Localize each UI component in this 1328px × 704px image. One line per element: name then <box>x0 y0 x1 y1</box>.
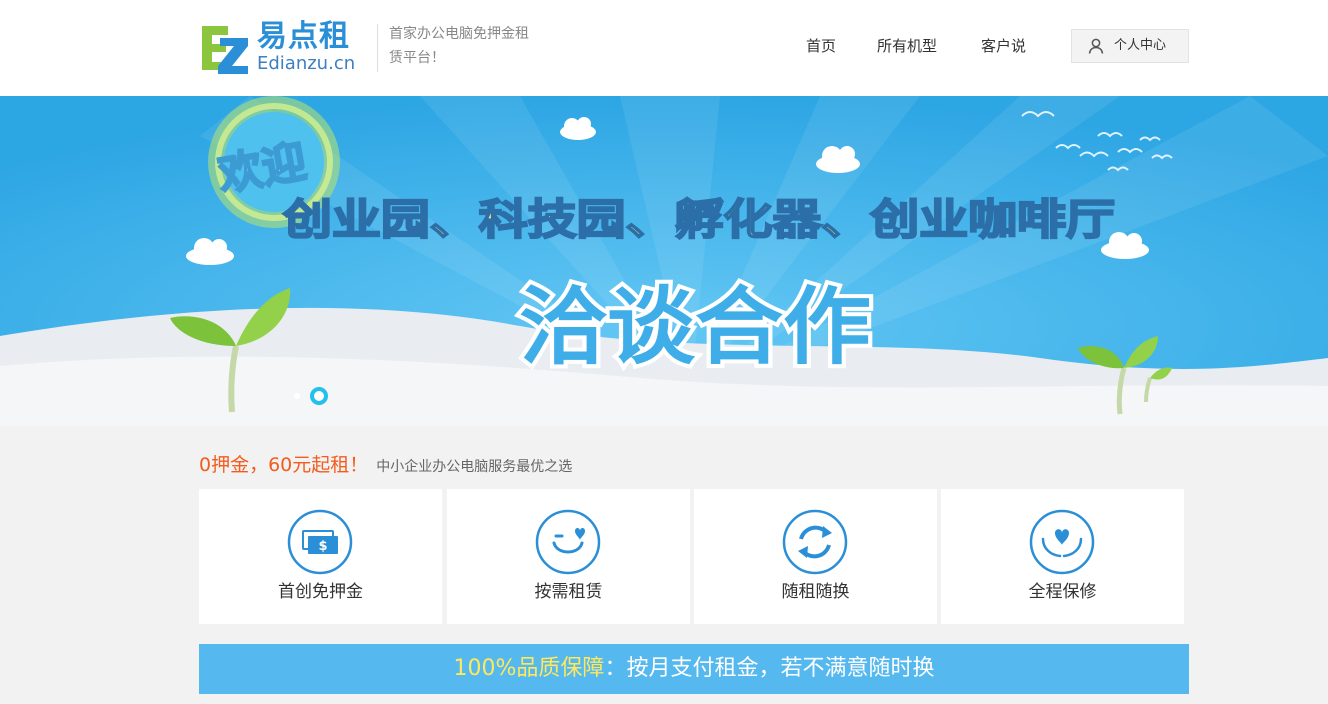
feature-card-no-deposit[interactable]: $ 首创免押金 <box>199 489 442 624</box>
logo-chinese-text: 易点租 <box>257 19 350 54</box>
slide-dot-1[interactable] <box>294 393 300 399</box>
banner-big-text: 洽谈合作 <box>519 278 871 376</box>
slogan-line-2: 赁平台！ <box>389 50 445 66</box>
site-header: 易点租 Edianzu.cn 首家办公电脑免押金租 赁平台！ 首页 所有机型 客… <box>0 0 1328 96</box>
refresh-icon <box>782 509 848 575</box>
site-logo[interactable]: 易点租 Edianzu.cn <box>200 20 370 76</box>
feature-card-swap-anytime[interactable]: 随租随换 <box>694 489 937 624</box>
logo-divider <box>377 24 378 72</box>
feature-cards: $ 首创免押金 按需租赁 随租随换 全程保修 <box>199 489 1189 624</box>
user-icon <box>1088 38 1104 54</box>
nav-home[interactable]: 首页 <box>806 36 836 56</box>
nav-all-models[interactable]: 所有机型 <box>877 36 937 56</box>
promo-main-text: 0押金，60元起租！ <box>199 454 369 476</box>
site-slogan: 首家办公电脑免押金租 赁平台！ <box>389 22 559 70</box>
user-center-button[interactable]: 个人中心 <box>1071 29 1189 63</box>
slogan-line-1: 首家办公电脑免押金租 <box>389 26 529 42</box>
banner-artwork: 欢迎 创业园、科技园、孵化器、创业咖啡厅 洽谈合作 <box>0 96 1328 426</box>
quality-highlight: 100%品质保障 <box>453 656 605 681</box>
logo-domain-text: Edianzu.cn <box>257 53 356 74</box>
banner-headline: 创业园、科技园、孵化器、创业咖啡厅 <box>283 195 1115 244</box>
quality-text: ：按月支付租金，若不满意随时换 <box>604 656 935 681</box>
promo-sub-text: 中小企业办公电脑服务最优之选 <box>376 459 573 475</box>
slide-dot-2[interactable] <box>310 387 328 405</box>
svg-text:$: $ <box>318 539 327 554</box>
nav-testimonials[interactable]: 客户说 <box>981 36 1026 56</box>
hero-banner[interactable]: 欢迎 创业园、科技园、孵化器、创业咖啡厅 洽谈合作 <box>0 96 1328 426</box>
feature-label: 全程保修 <box>1028 582 1097 602</box>
user-center-label: 个人中心 <box>1114 38 1167 53</box>
feature-label: 随租随换 <box>781 582 850 602</box>
money-icon: $ <box>287 509 353 575</box>
promo-line: 0押金，60元起租！ 中小企业办公电脑服务最优之选 <box>199 452 572 480</box>
feature-card-warranty[interactable]: 全程保修 <box>941 489 1184 624</box>
ez-logo-icon <box>202 26 248 74</box>
feature-label: 按需租赁 <box>534 582 603 602</box>
smile-heart-icon <box>535 509 601 575</box>
feature-card-on-demand[interactable]: 按需租赁 <box>447 489 690 624</box>
hands-heart-icon <box>1029 509 1095 575</box>
quality-guarantee-bar: 100%品质保障：按月支付租金，若不满意随时换 <box>199 644 1189 694</box>
feature-label: 首创免押金 <box>278 582 363 602</box>
